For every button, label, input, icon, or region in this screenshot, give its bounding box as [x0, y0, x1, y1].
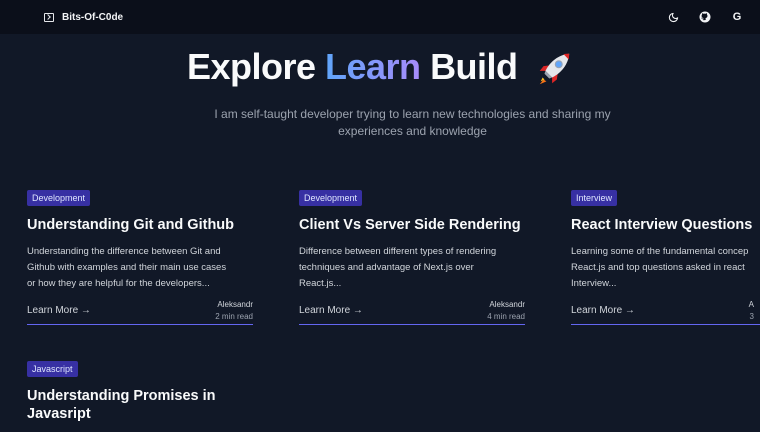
brand-name: Bits-Of-C0de	[62, 11, 124, 23]
top-navbar: Bits-Of-C0de G	[0, 0, 760, 34]
nav-actions: G	[666, 10, 744, 24]
terminal-icon	[44, 12, 54, 22]
post-title-line: Javasript	[27, 406, 91, 422]
post-description-line: Difference between different types of re…	[299, 246, 497, 257]
post-description-line: techniques and advantage of Next.js over	[299, 262, 474, 273]
post-tag[interactable]: Development	[299, 190, 363, 206]
hero-subtitle: I am self-taught developer trying to lea…	[214, 107, 611, 138]
hero-title-build: Build	[430, 46, 518, 87]
hero-title-learn: Learn	[325, 46, 421, 87]
theme-toggle-button[interactable]	[666, 10, 680, 24]
post-read-time: 2 min read	[215, 312, 253, 321]
google-icon: G	[732, 11, 742, 23]
post-description: Learning some of the fundamental concep …	[571, 244, 760, 292]
post-description-line: Learning some of the fundamental concep	[571, 246, 749, 257]
post-meta: Aleksandr 2 min read	[215, 300, 253, 322]
rocket-icon	[539, 54, 570, 85]
post-footer: Learn More → Aleksandr 2 min read	[27, 300, 253, 325]
hero-title-explore: Explore	[186, 46, 316, 87]
hero-title: Explore Learn Build	[0, 46, 760, 88]
google-button[interactable]: G	[730, 10, 744, 24]
post-description-line: React.js...	[299, 278, 342, 289]
github-icon	[699, 11, 711, 23]
post-description-line: Interview...	[571, 278, 617, 289]
post-description: Understanding the difference between Git…	[27, 244, 253, 292]
moon-icon	[668, 12, 678, 22]
post-description-line: Github with examples and their main use …	[27, 262, 227, 273]
learn-more-link[interactable]: Learn More →	[571, 305, 635, 316]
post-card-rendering: Development Client Vs Server Side Render…	[299, 188, 525, 325]
post-description: Difference between different types of re…	[299, 244, 525, 292]
github-button[interactable]	[698, 10, 712, 24]
post-meta: Aleksandr 4 min read	[487, 300, 525, 322]
post-tag[interactable]: Javascript	[27, 361, 78, 377]
post-footer: Learn More → A 3	[571, 300, 760, 325]
learn-more-link[interactable]: Learn More →	[299, 305, 363, 316]
post-card-git: Development Understanding Git and Github…	[27, 188, 253, 325]
post-tag[interactable]: Development	[27, 190, 91, 206]
post-title[interactable]: Client Vs Server Side Rendering	[299, 216, 525, 234]
post-meta: A 3	[749, 300, 754, 322]
post-read-time: 4 min read	[487, 312, 525, 321]
post-title-line: Understanding Promises in	[27, 388, 216, 404]
post-title[interactable]: React Interview Questions	[571, 216, 760, 234]
post-description-line: React.js and top questions asked in reac…	[571, 262, 745, 273]
post-tag[interactable]: Interview	[571, 190, 618, 206]
brand-link[interactable]: Bits-Of-C0de	[44, 12, 123, 23]
post-card-react: Interview React Interview Questions Lear…	[571, 188, 760, 325]
post-author: A	[748, 300, 754, 309]
post-read-time: 3	[749, 312, 754, 321]
post-title[interactable]: Understanding Git and Github	[27, 216, 253, 234]
post-card-promises: Javascript Understanding Promises in Jav…	[27, 359, 253, 423]
learn-more-link[interactable]: Learn More →	[27, 305, 91, 316]
post-footer: Learn More → Aleksandr 4 min read	[299, 300, 525, 325]
post-description-line: Understanding the difference between Git…	[27, 246, 221, 257]
post-author: Aleksandr	[217, 300, 253, 309]
post-author: Aleksandr	[489, 300, 525, 309]
post-title[interactable]: Understanding Promises in Javasript	[27, 387, 253, 423]
post-description-line: or how they are helpful for the develope…	[27, 278, 210, 289]
